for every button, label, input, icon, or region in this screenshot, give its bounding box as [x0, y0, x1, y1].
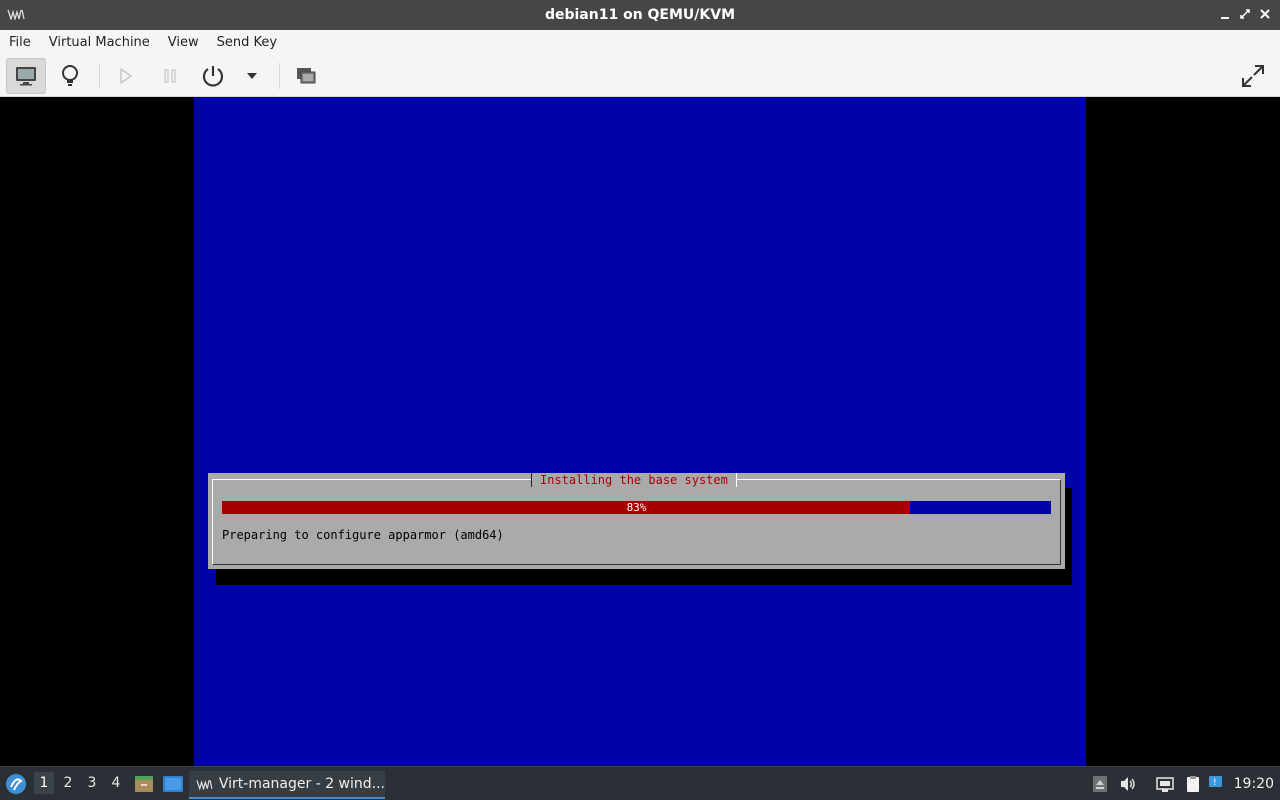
toolbar [0, 55, 1280, 97]
start-menu-icon[interactable] [5, 773, 27, 795]
pause-icon [164, 69, 176, 83]
taskbar: 1 2 3 4 Virt-manager - 2 wind... ! 19:20 [0, 766, 1280, 800]
console-button[interactable] [6, 58, 46, 94]
installer-dialog: Installing the base system 83% Preparing… [208, 473, 1065, 569]
update-notifier-icon[interactable]: ! [1208, 775, 1226, 793]
clipboard-icon[interactable] [1184, 775, 1202, 793]
snapshots-icon [297, 68, 316, 84]
power-menu-button[interactable] [232, 58, 272, 94]
eject-icon[interactable] [1091, 775, 1109, 793]
details-button[interactable] [50, 58, 90, 94]
window-titlebar: debian11 on QEMU/KVM [0, 0, 1280, 30]
status-text: Preparing to configure apparmor (amd64) [222, 528, 504, 542]
details-lightbulb-icon [62, 65, 78, 86]
menubar: File Virtual Machine View Send Key [0, 30, 1280, 55]
run-button[interactable] [106, 58, 146, 94]
progress-bar: 83% [222, 501, 1051, 514]
chevron-down-icon [247, 73, 257, 79]
console-icon [16, 67, 36, 86]
network-icon[interactable] [1156, 775, 1174, 793]
menu-file[interactable]: File [0, 30, 40, 55]
file-manager-icon[interactable] [134, 775, 154, 793]
progress-label: 83% [626, 501, 647, 514]
guest-screen[interactable] [194, 97, 1086, 766]
window-title: debian11 on QEMU/KVM [544, 7, 736, 23]
menu-view[interactable]: View [159, 30, 208, 55]
task-label: Virt-manager - 2 wind... [218, 776, 385, 792]
pause-button[interactable] [150, 58, 190, 94]
minimize-icon[interactable] [1217, 6, 1233, 22]
menu-virtual-machine[interactable]: Virtual Machine [40, 30, 159, 55]
snapshots-button[interactable] [286, 58, 326, 94]
taskbar-task-virt-manager[interactable]: Virt-manager - 2 wind... [189, 771, 385, 799]
clock[interactable]: 19:20 [1234, 776, 1274, 792]
fullscreen-icon [1242, 65, 1264, 87]
workspace-2[interactable]: 2 [58, 775, 78, 791]
menu-send-key[interactable]: Send Key [208, 30, 286, 55]
restore-icon[interactable] [1237, 6, 1253, 22]
workspace-4[interactable]: 4 [106, 775, 126, 791]
close-icon[interactable] [1257, 6, 1273, 22]
power-icon [202, 66, 224, 87]
volume-icon[interactable] [1119, 775, 1137, 793]
virt-manager-task-icon [196, 779, 213, 790]
svg-text:!: ! [1213, 778, 1217, 788]
vm-display[interactable]: Installing the base system 83% Preparing… [0, 97, 1280, 766]
desktop-icon[interactable] [162, 775, 184, 793]
run-icon [120, 68, 133, 84]
fullscreen-button[interactable] [1233, 58, 1273, 94]
workspace-3[interactable]: 3 [82, 775, 102, 791]
power-button[interactable] [193, 58, 233, 94]
dialog-title: Installing the base system [531, 473, 737, 487]
workspace-1[interactable]: 1 [34, 772, 54, 794]
